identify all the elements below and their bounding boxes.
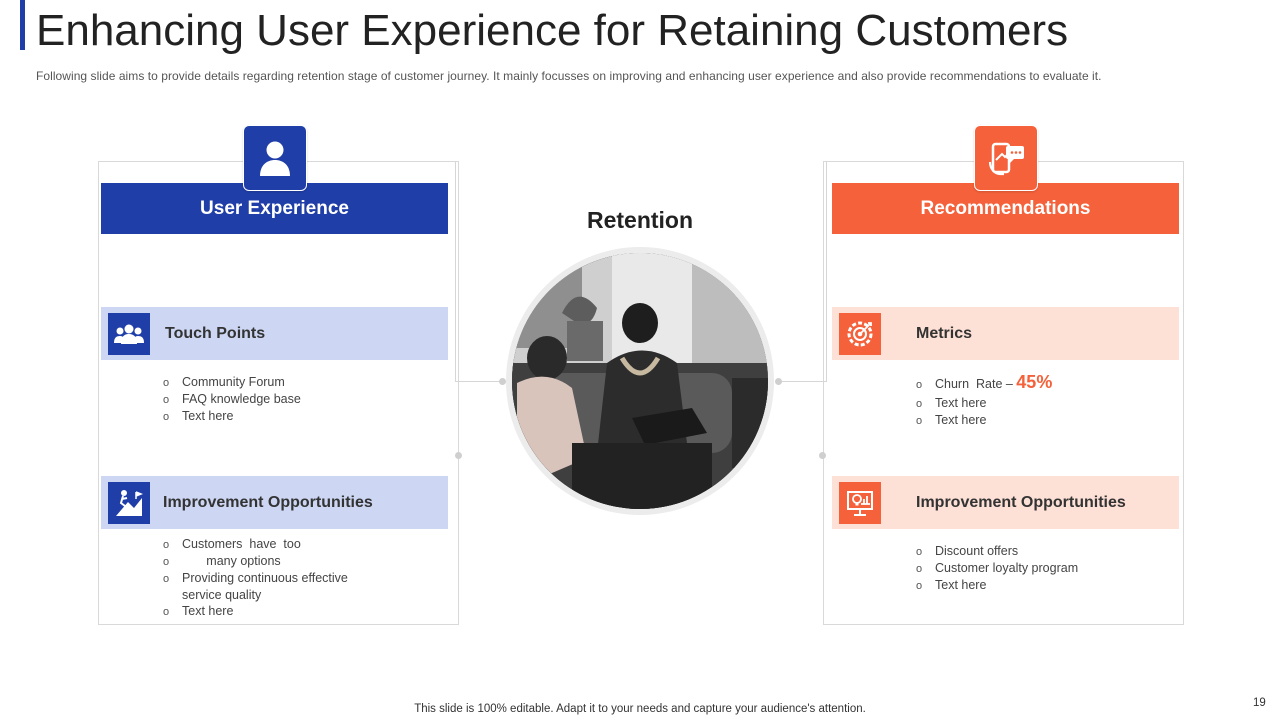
list-item: o Text here: [916, 413, 987, 427]
metrics-list: o Churn Rate – 45% o Text here o Text here: [916, 372, 1052, 429]
connector-line: [826, 161, 827, 382]
connector-line: [455, 161, 456, 382]
climb-icon: [108, 481, 150, 524]
connector-dot: [499, 378, 506, 385]
user-icon: [243, 125, 307, 191]
metrics-bar: Metrics: [832, 307, 1179, 360]
group-icon: [108, 312, 150, 355]
improvement-opportunities-label-right: Improvement Opportunities: [916, 493, 1126, 511]
connector-dot: [455, 452, 462, 459]
list-item: o many options: [163, 554, 281, 568]
list-item: o Customers have too: [163, 537, 301, 551]
metrics-label: Metrics: [916, 324, 973, 342]
retention-label: Retention: [586, 207, 694, 233]
improvement-opportunities-list-left: o Customers have too o many options o Prov…: [163, 536, 348, 620]
connector-line: [455, 381, 503, 382]
improvement-opportunities-list-right: o Discount offers o Customer loyalty progr…: [916, 543, 1078, 594]
list-item: o Customer loyalty program: [916, 561, 1079, 575]
list-item: o Providing continuous effective: [163, 571, 348, 585]
page-number: 19: [1253, 697, 1266, 709]
list-item: o Text here: [916, 396, 987, 410]
touch-points-list: o Community Forum o FAQ knowledge base o Te…: [163, 374, 301, 425]
touch-points-label: Touch Points: [165, 324, 266, 342]
list-item: o Text here: [163, 409, 234, 423]
page-subtitle: Following slide aims to provide details …: [36, 69, 1102, 83]
improvement-opportunities-bar-left: Improvement Opportunities: [101, 476, 448, 529]
improvement-opportunities-bar-right: Improvement Opportunities: [832, 476, 1179, 529]
phone-chat-icon: [974, 125, 1038, 191]
gear-target-icon: [839, 312, 881, 355]
improvement-opportunities-label-left: Improvement Opportunities: [163, 493, 373, 511]
list-item: o Community Forum: [163, 375, 285, 389]
list-item: o Discount offers: [916, 544, 1019, 558]
list-item-continuation: service quality: [182, 588, 262, 602]
list-item: o Text here: [916, 578, 987, 592]
churn-rate-value: 45%: [1016, 372, 1053, 392]
page-title: Enhancing User Experience for Retaining …: [36, 6, 1069, 55]
list-item-churn-rate: o Churn Rate – 45%: [916, 372, 1053, 392]
people-photo: [512, 253, 768, 509]
connector-line: [778, 381, 826, 382]
footer-note: This slide is 100% editable. Adapt it to…: [414, 703, 866, 715]
title-accent-bar: [20, 0, 25, 50]
idea-presentation-icon: [839, 481, 881, 524]
list-item: o FAQ knowledge base: [163, 392, 301, 406]
connector-dot: [819, 452, 826, 459]
list-item: o Text here: [163, 604, 234, 618]
touch-points-bar: Touch Points: [101, 307, 448, 360]
connector-dot: [775, 378, 782, 385]
